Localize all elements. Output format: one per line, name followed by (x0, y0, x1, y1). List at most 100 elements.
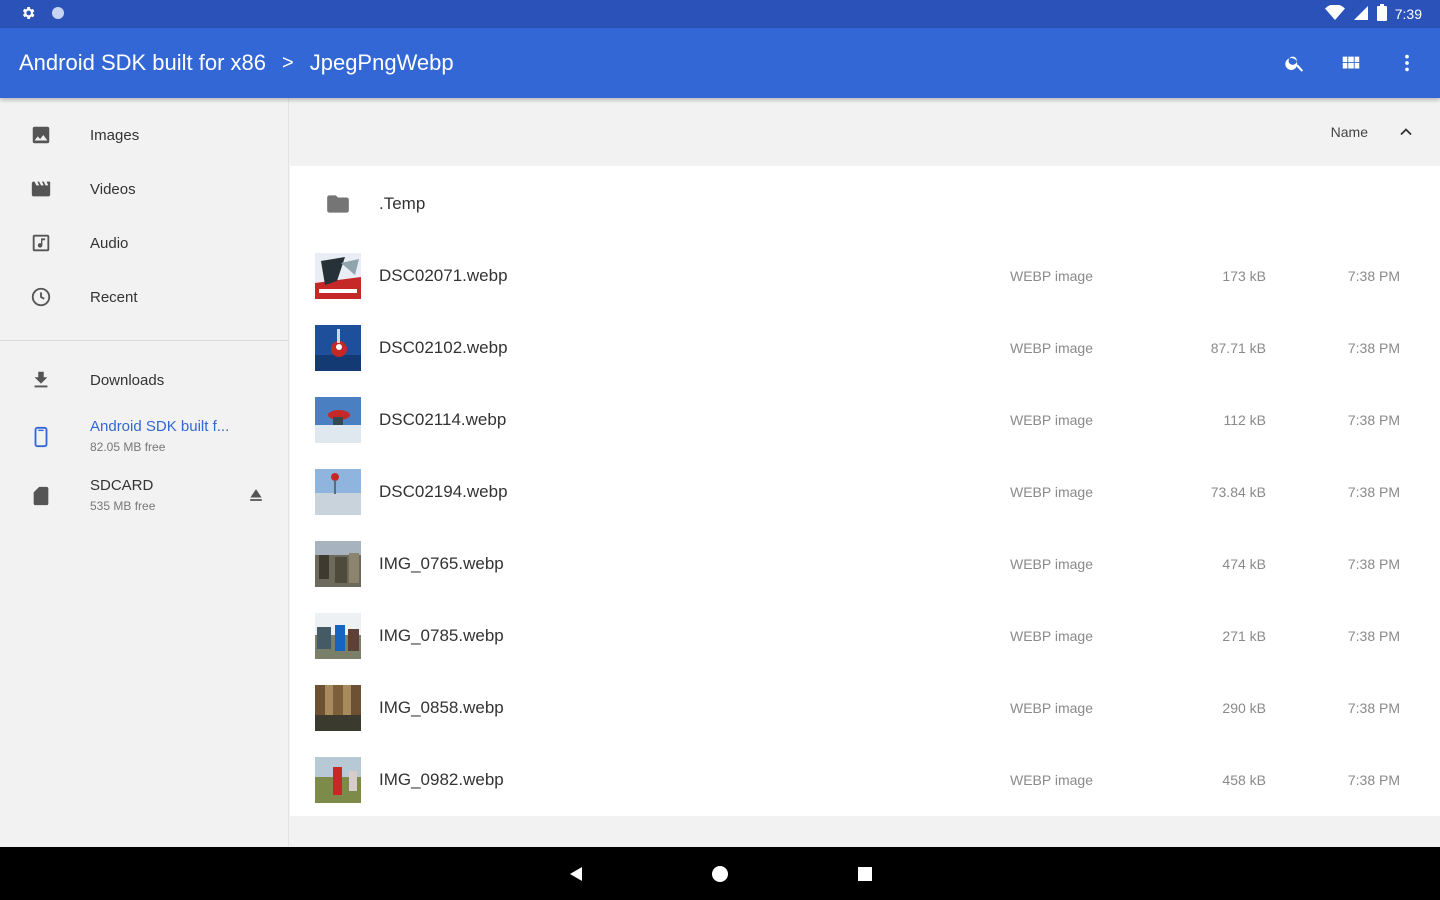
image-thumbnail (315, 253, 361, 299)
list-item-file[interactable]: DSC02102.webp WEBP image 87.71 kB 7:38 P… (290, 312, 1440, 384)
phone-icon (29, 425, 53, 449)
file-list: .Temp DSC02071.webp WEBP image 173 kB 7:… (290, 166, 1440, 816)
list-item-file[interactable]: DSC02071.webp WEBP image 173 kB 7:38 PM (290, 240, 1440, 312)
file-name: IMG_0858.webp (379, 698, 504, 717)
storage-free-space: 535 MB free (90, 499, 156, 513)
file-modified-time: 7:38 PM (1347, 412, 1400, 428)
sdcard-icon (29, 484, 53, 508)
image-icon (29, 123, 53, 147)
audio-icon (29, 231, 53, 255)
sidebar-item-label: Audio (90, 234, 129, 252)
status-bar: 7:39 (0, 0, 1440, 28)
list-item-file[interactable]: DSC02114.webp WEBP image 112 kB 7:38 PM (290, 384, 1440, 456)
breadcrumb-current[interactable]: JpegPngWebp (310, 50, 454, 76)
file-modified-time: 7:38 PM (1347, 484, 1400, 500)
file-type: WEBP image (1010, 412, 1093, 428)
search-icon[interactable] (1282, 50, 1308, 76)
list-item-folder[interactable]: .Temp (290, 168, 1440, 240)
file-size: 112 kB (1223, 412, 1266, 428)
file-type: WEBP image (1010, 628, 1093, 644)
file-size: 73.84 kB (1210, 484, 1266, 500)
image-thumbnail (315, 685, 361, 731)
download-icon (29, 368, 53, 392)
settings-gear-icon (20, 5, 36, 26)
home-icon[interactable] (709, 863, 731, 885)
file-name: IMG_0765.webp (379, 554, 504, 573)
file-name: DSC02114.webp (379, 410, 507, 429)
sidebar-item-audio[interactable]: Audio (0, 216, 289, 270)
file-name: .Temp (379, 194, 426, 213)
navigation-drawer: Images Videos Audio Recent Downloads And… (0, 98, 289, 847)
sidebar-item-label: Downloads (90, 371, 165, 389)
list-item-file[interactable]: DSC02194.webp WEBP image 73.84 kB 7:38 P… (290, 456, 1440, 528)
file-modified-time: 7:38 PM (1347, 556, 1400, 572)
file-type: WEBP image (1010, 556, 1093, 572)
storage-free-space: 82.05 MB free (90, 440, 166, 454)
file-modified-time: 7:38 PM (1347, 340, 1400, 356)
file-size: 173 kB (1222, 268, 1266, 284)
file-modified-time: 7:38 PM (1347, 772, 1400, 788)
sidebar-item-downloads[interactable]: Downloads (0, 353, 289, 407)
breadcrumb-root[interactable]: Android SDK built for x86 (19, 50, 266, 76)
sort-bar: Name (290, 98, 1440, 166)
recents-icon[interactable] (854, 863, 876, 885)
file-size: 87.71 kB (1210, 340, 1266, 356)
sidebar-item-device-storage[interactable]: Android SDK built f... 82.05 MB free (0, 410, 289, 464)
cell-signal-icon (1353, 5, 1369, 24)
file-size: 290 kB (1222, 700, 1266, 716)
top-toolbar: Android SDK built for x86 > JpegPngWebp (0, 28, 1440, 98)
file-type: WEBP image (1010, 340, 1093, 356)
file-name: DSC02071.webp (379, 266, 508, 285)
list-item-file[interactable]: IMG_0765.webp WEBP image 474 kB 7:38 PM (290, 528, 1440, 600)
status-time: 7:39 (1394, 6, 1422, 22)
folder-icon (315, 181, 361, 227)
sort-by-name-label[interactable]: Name (1331, 124, 1368, 140)
file-type: WEBP image (1010, 700, 1093, 716)
more-vert-icon[interactable] (1394, 50, 1420, 76)
file-name: IMG_0982.webp (379, 770, 504, 789)
image-thumbnail (315, 469, 361, 515)
image-thumbnail (315, 757, 361, 803)
list-item-file[interactable]: IMG_0858.webp WEBP image 290 kB 7:38 PM (290, 672, 1440, 744)
sidebar-item-label: Images (90, 126, 140, 144)
image-thumbnail (315, 325, 361, 371)
breadcrumb: Android SDK built for x86 > JpegPngWebp (19, 28, 454, 98)
image-thumbnail (315, 613, 361, 659)
file-name: DSC02194.webp (379, 482, 508, 501)
video-icon (29, 177, 53, 201)
grid-view-icon[interactable] (1338, 50, 1364, 76)
file-size: 271 kB (1222, 628, 1266, 644)
sidebar-item-label: Android SDK built f... (90, 418, 230, 435)
sidebar-item-label: SDCARD (90, 477, 154, 494)
sidebar-item-videos[interactable]: Videos (0, 162, 289, 216)
sidebar-item-sdcard[interactable]: SDCARD 535 MB free (0, 469, 289, 523)
sidebar-item-recent[interactable]: Recent (0, 270, 289, 324)
breadcrumb-separator: > (282, 51, 294, 74)
file-size: 458 kB (1222, 772, 1266, 788)
file-modified-time: 7:38 PM (1347, 628, 1400, 644)
file-modified-time: 7:38 PM (1347, 700, 1400, 716)
file-modified-time: 7:38 PM (1347, 268, 1400, 284)
sidebar-item-label: Recent (90, 288, 138, 306)
image-thumbnail (315, 541, 361, 587)
file-name: DSC02102.webp (379, 338, 508, 357)
sidebar-divider (0, 340, 289, 341)
file-name: IMG_0785.webp (379, 626, 504, 645)
file-type: WEBP image (1010, 268, 1093, 284)
image-thumbnail (315, 397, 361, 443)
back-icon[interactable] (565, 863, 587, 885)
sort-ascending-icon[interactable] (1396, 122, 1416, 147)
system-navigation-bar (0, 847, 1440, 900)
battery-icon (1376, 4, 1387, 24)
wifi-icon (1324, 3, 1345, 24)
file-size: 474 kB (1222, 556, 1266, 572)
sidebar-item-images[interactable]: Images (0, 108, 289, 162)
circle-notification-icon (50, 5, 66, 26)
clock-icon (29, 285, 53, 309)
eject-icon[interactable] (246, 485, 266, 510)
sidebar-item-label: Videos (90, 180, 136, 198)
file-type: WEBP image (1010, 772, 1093, 788)
list-item-file[interactable]: IMG_0785.webp WEBP image 271 kB 7:38 PM (290, 600, 1440, 672)
list-item-file[interactable]: IMG_0982.webp WEBP image 458 kB 7:38 PM (290, 744, 1440, 816)
file-type: WEBP image (1010, 484, 1093, 500)
